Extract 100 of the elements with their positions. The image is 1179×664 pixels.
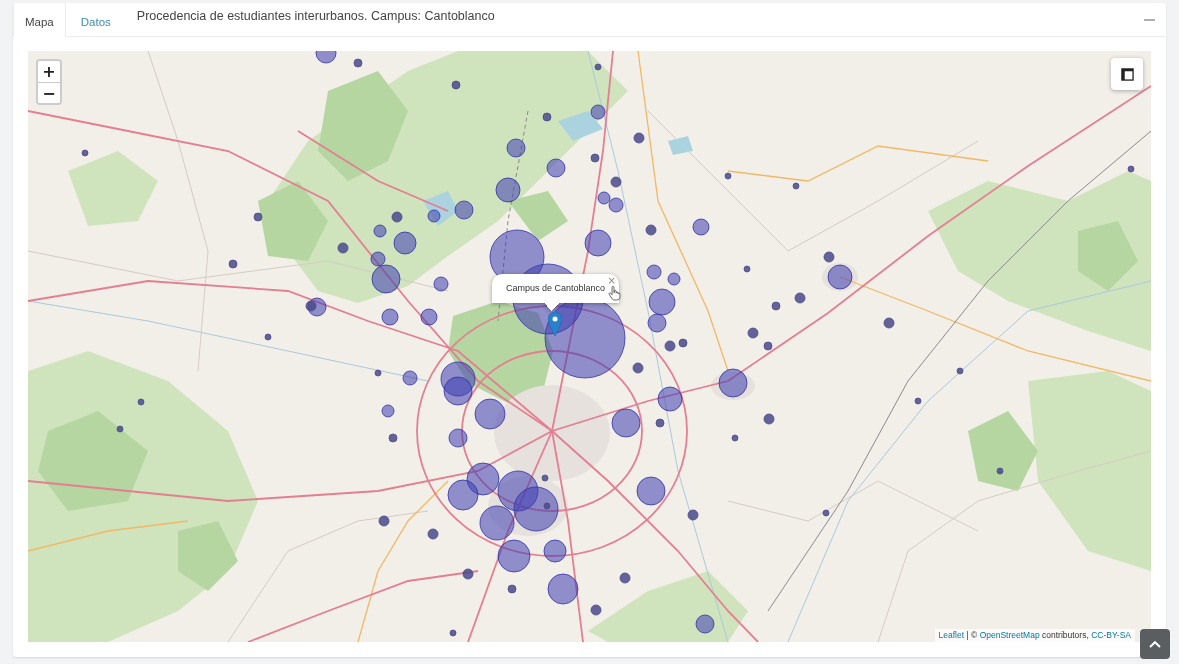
data-circle: [449, 629, 457, 637]
data-circle: [747, 327, 759, 339]
data-circle: [647, 313, 667, 333]
data-circle: [657, 386, 683, 412]
data-circle: [547, 573, 579, 605]
tab[interactable]: Datos: [65, 3, 126, 36]
chevron-up-icon: [1149, 640, 1161, 648]
fullscreen-button[interactable]: [1111, 58, 1143, 90]
data-circle: [611, 408, 641, 438]
data-circle: [378, 515, 390, 527]
data-circle: [590, 604, 602, 616]
data-circle: [763, 341, 773, 351]
data-circle: [597, 191, 611, 205]
data-circle: [541, 474, 549, 482]
data-circle: [632, 362, 644, 374]
data-circle: [137, 398, 145, 406]
lake-area: [558, 111, 603, 141]
data-circle: [771, 301, 781, 311]
urban-area: [822, 263, 858, 291]
data-circle: [636, 476, 666, 506]
data-circle: [914, 397, 922, 405]
lake-area: [423, 191, 458, 226]
data-circle: [695, 614, 715, 634]
data-circle: [451, 80, 461, 90]
data-circle: [667, 272, 681, 286]
data-circle: [116, 425, 124, 433]
lake-area: [668, 136, 693, 155]
data-circle: [507, 584, 517, 594]
data-circle: [1127, 165, 1135, 173]
data-circle: [447, 479, 479, 511]
tab[interactable]: Mapa: [13, 3, 66, 37]
data-circle: [542, 112, 552, 122]
data-circle: [956, 367, 964, 375]
data-circle: [608, 197, 624, 213]
map-attribution: Leaflet | © OpenStreetMap contributors, CC-BY-SA: [934, 629, 1135, 642]
data-circle: [590, 153, 600, 163]
data-circle: [763, 413, 775, 425]
data-circle: [337, 242, 349, 254]
data-circle: [402, 370, 418, 386]
data-circle: [353, 58, 363, 68]
data-circle: [619, 572, 631, 584]
data-circle: [506, 138, 526, 158]
forest-area: [508, 191, 568, 241]
data-circle: [883, 317, 895, 329]
forest-area: [178, 521, 238, 591]
data-circle: [433, 276, 449, 292]
data-circle: [822, 509, 830, 517]
data-circle: [427, 528, 439, 540]
data-circle: [610, 176, 622, 188]
attribution-link[interactable]: OpenStreetMap: [979, 630, 1040, 640]
data-circle: [443, 376, 473, 406]
data-circle: [373, 224, 387, 238]
data-circle: [495, 177, 521, 203]
data-circle: [462, 568, 474, 580]
data-circle: [743, 265, 751, 273]
data-circle: [718, 368, 748, 398]
popup-text: Campus de Cantoblanco: [506, 282, 606, 295]
data-circle: [646, 264, 662, 280]
data-circle: [664, 340, 676, 352]
data-circle: [497, 470, 539, 512]
data-circle: [393, 231, 417, 255]
urban-area: [711, 372, 755, 400]
data-circle: [648, 288, 676, 316]
data-circle: [590, 104, 606, 120]
data-circle: [454, 200, 474, 220]
data-circle: [374, 369, 382, 377]
data-circle: [474, 398, 506, 430]
data-circle: [792, 182, 800, 190]
data-circle: [448, 428, 468, 448]
data-circle: [584, 229, 612, 257]
data-circle: [594, 63, 602, 71]
zoom-out-button[interactable]: −: [38, 82, 60, 103]
data-circle: [427, 209, 441, 223]
fullscreen-icon: [1120, 67, 1134, 81]
data-circle: [633, 132, 645, 144]
data-circle: [479, 505, 515, 541]
data-circle: [228, 259, 238, 269]
data-circle: [655, 418, 665, 428]
scroll-top-button[interactable]: [1140, 629, 1170, 659]
data-circle: [794, 292, 806, 304]
data-circle: [391, 211, 403, 223]
data-circle: [692, 218, 710, 236]
hand-cursor-icon: [608, 286, 621, 301]
data-circle: [645, 224, 657, 236]
data-circle: [497, 539, 531, 573]
data-circle: [381, 404, 395, 418]
attribution-link[interactable]: CC-BY-SA: [1091, 630, 1131, 640]
data-circle: [381, 308, 399, 326]
data-circle: [420, 308, 438, 326]
popup-close-button[interactable]: ×: [607, 275, 616, 286]
data-circle: [546, 158, 566, 178]
data-circle: [264, 333, 272, 341]
map-pin-icon: [548, 312, 562, 336]
data-circle: [731, 434, 739, 442]
data-circle: [678, 338, 688, 348]
data-circle: [687, 509, 699, 521]
minimize-icon: [1144, 18, 1155, 21]
data-circle: [543, 539, 567, 563]
data-circle: [253, 212, 263, 222]
attribution-link[interactable]: Leaflet: [938, 630, 965, 640]
